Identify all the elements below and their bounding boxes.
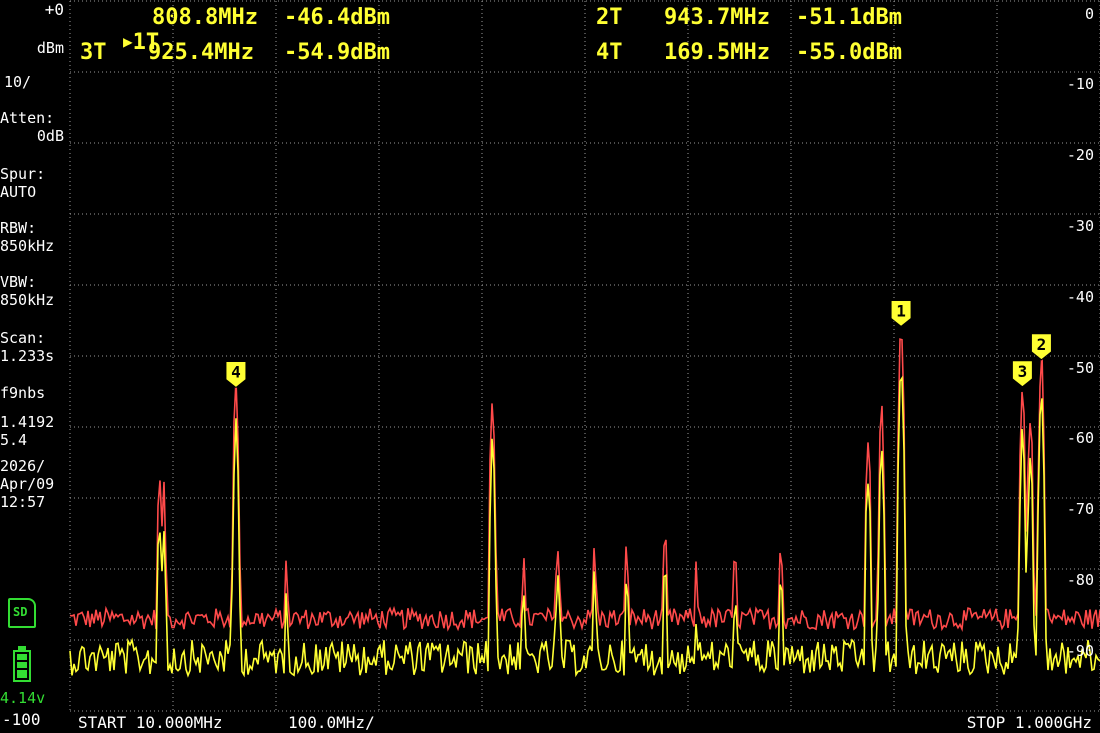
vbw-value[interactable]: 850kHz (0, 292, 70, 308)
firmware-line-2: 5.4 (0, 431, 28, 449)
scan-value[interactable]: 1.233s (0, 348, 70, 364)
scale-label-90: -90 (1066, 642, 1094, 660)
marker-2-level: -51.1dBm (796, 5, 902, 30)
active-marker-arrow-icon: ▶ (122, 32, 133, 51)
vbw-label: VBW: (0, 273, 37, 291)
rbw-label: RBW: (0, 219, 37, 237)
atten-value[interactable]: 0dB (0, 128, 64, 144)
scale-label-0: 0 (1084, 5, 1094, 23)
marker-3-level: -54.9dBm (284, 40, 390, 65)
sd-card-label: SD (13, 605, 28, 619)
marker-3-flag-icon[interactable]: 3 (1011, 360, 1033, 388)
start-frequency[interactable]: START 10.000MHz (78, 713, 223, 732)
scale-label-10: -10 (1066, 75, 1094, 93)
marker-4-level: -55.0dBm (796, 40, 902, 65)
rbw-value[interactable]: 850kHz (0, 238, 70, 254)
marker-4-freq: 169.5MHz (664, 40, 770, 65)
ref-unit: dBm (36, 39, 64, 57)
marker-2-freq: 943.7MHz (664, 5, 770, 30)
marker-1-freq: 808.8MHz (152, 5, 258, 30)
marker-3-label[interactable]: 3T (80, 40, 107, 65)
scale-per-div[interactable]: 10/ (4, 74, 74, 90)
scale-label-80: -80 (1066, 571, 1094, 589)
frequency-per-division: 100.0MHz/ (288, 713, 375, 732)
battery-voltage: 4.14v (0, 689, 46, 707)
marker-1-flag-icon[interactable]: 1 (890, 299, 912, 328)
scale-label-40: -40 (1066, 288, 1094, 306)
firmware-line-1: 1.4192 (0, 413, 55, 431)
atten-label: Atten: (0, 109, 55, 127)
bottom-level: -100 (2, 710, 41, 729)
marker-1-level: -46.4dBm (284, 5, 390, 30)
spectrum-analyzer-screen: 1 23 4 +0 dBm 10/ Atten: 0dB Spur: AUTO RB… (0, 0, 1100, 733)
spur-value[interactable]: AUTO (0, 184, 70, 200)
marker-1-flag-number: 1 (896, 301, 906, 320)
marker-4-label[interactable]: 4T (596, 40, 623, 65)
clock-time: 12:57 (0, 493, 46, 511)
device-label: f9nbs (0, 384, 46, 402)
scale-label-30: -30 (1066, 217, 1094, 235)
marker-3-freq: 925.4MHz (148, 40, 254, 65)
spur-label: Spur: (0, 165, 46, 183)
scale-label-70: -70 (1066, 500, 1094, 518)
live-trace (69, 375, 1100, 678)
scan-label: Scan: (0, 329, 46, 347)
ref-level[interactable]: +0 (0, 2, 64, 18)
marker-4-flag-number: 4 (231, 363, 241, 382)
marker-4-flag-icon[interactable]: 4 (225, 361, 247, 389)
scale-label-50: -50 (1066, 359, 1094, 377)
battery-icon (13, 646, 31, 682)
sd-card-icon[interactable]: SD (8, 598, 36, 628)
date-line-1: 2026/ (0, 457, 46, 475)
marker-3-flag-number: 3 (1018, 362, 1028, 381)
marker-2-label[interactable]: 2T (596, 5, 623, 30)
spectrum-plot[interactable]: 1 23 4 (0, 0, 1100, 733)
marker-2-flag-number: 2 (1037, 335, 1047, 354)
scale-label-20: -20 (1066, 146, 1094, 164)
date-line-2: Apr/09 (0, 475, 55, 493)
scale-label-60: -60 (1066, 429, 1094, 447)
stop-frequency[interactable]: STOP 1.000GHz (967, 713, 1092, 732)
